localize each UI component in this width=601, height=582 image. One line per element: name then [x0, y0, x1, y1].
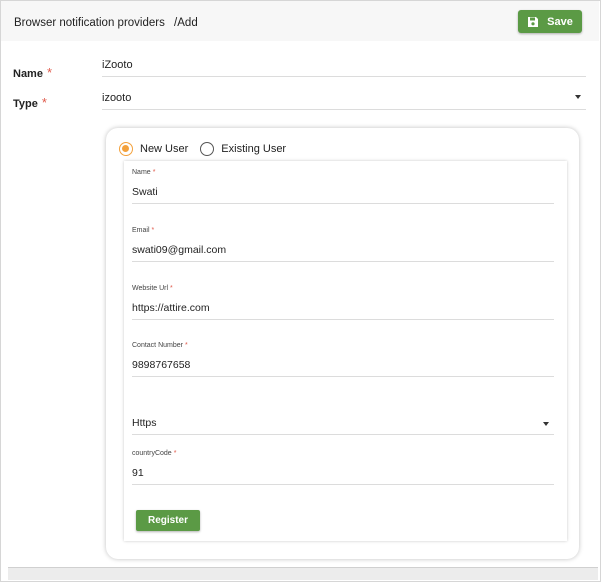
type-select[interactable]: izooto: [102, 88, 586, 110]
email-input[interactable]: swati09@gmail.com: [132, 244, 554, 262]
website-url-label: Website Url *: [132, 285, 173, 292]
save-button[interactable]: Save: [518, 10, 582, 33]
email-required-mark: *: [151, 227, 155, 234]
type-select-value: izooto: [102, 92, 132, 104]
page-header: Browser notification providers /Add: [1, 1, 599, 41]
radio-new-user[interactable]: [119, 142, 133, 156]
breadcrumb-current: Add: [177, 17, 198, 29]
protocol-select[interactable]: Https: [132, 417, 554, 435]
protocol-chevron-down-icon[interactable]: [543, 422, 549, 426]
contact-number-required-mark: *: [184, 342, 188, 349]
inner-name-input[interactable]: Swati: [132, 186, 554, 204]
name-required-mark: *: [46, 65, 53, 80]
country-code-label: countryCode *: [132, 450, 176, 457]
website-url-required-mark: *: [170, 285, 173, 292]
radio-new-user-label[interactable]: New User: [140, 143, 188, 155]
breadcrumb: Browser notification providers /Add: [14, 17, 198, 29]
user-type-radio-group: New User Existing User: [119, 142, 286, 156]
country-code-label-text: countryCode: [132, 450, 172, 457]
register-button[interactable]: Register: [136, 510, 200, 531]
contact-number-input[interactable]: 9898767658: [132, 359, 554, 377]
country-code-input[interactable]: 91: [132, 467, 554, 485]
floppy-disk-icon: [528, 16, 539, 27]
inner-name-required-mark: *: [152, 169, 156, 176]
email-label-text: Email: [132, 227, 150, 234]
type-label: Type *: [13, 95, 47, 110]
register-button-label: Register: [147, 515, 188, 526]
type-chevron-down-icon[interactable]: [575, 95, 581, 99]
radio-existing-user-label[interactable]: Existing User: [221, 143, 286, 155]
inner-name-label-text: Name: [132, 169, 151, 176]
inner-name-label: Name *: [132, 169, 155, 176]
name-label-text: Name: [13, 68, 43, 80]
website-url-label-text: Website Url: [132, 285, 169, 292]
save-button-label: Save: [547, 15, 573, 28]
bottom-scroll-bar: [8, 567, 598, 580]
contact-number-label: Contact Number *: [132, 342, 188, 349]
radio-existing-user[interactable]: [200, 142, 215, 156]
name-label: Name *: [13, 65, 52, 80]
breadcrumb-parent[interactable]: Browser notification providers: [14, 17, 165, 29]
website-url-input[interactable]: https://attire.com: [132, 302, 554, 320]
contact-number-label-text: Contact Number: [132, 342, 183, 349]
country-code-required-mark: *: [173, 450, 177, 457]
protocol-select-value: Https: [132, 417, 157, 429]
type-required-mark: *: [41, 95, 47, 110]
email-label: Email *: [132, 227, 154, 234]
name-field[interactable]: iZooto: [102, 55, 586, 77]
type-label-text: Type: [13, 98, 38, 110]
